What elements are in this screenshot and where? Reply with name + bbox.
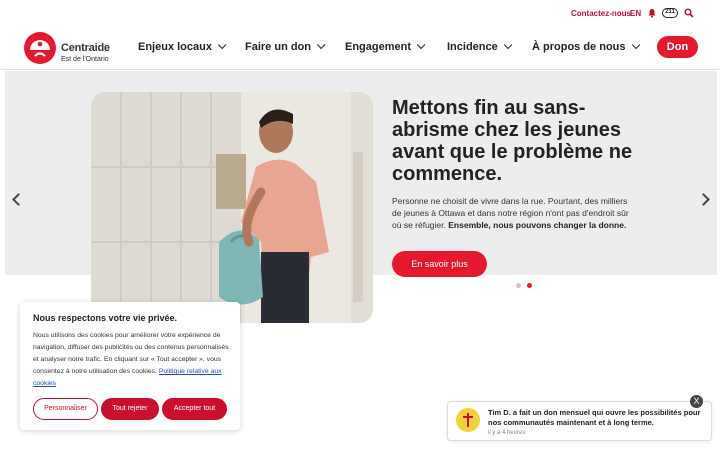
nav-label: Engagement bbox=[345, 41, 412, 53]
close-notification-icon[interactable]: X bbox=[690, 395, 703, 408]
donation-notification: Tim D. a fait un don mensuel qui ouvre l… bbox=[447, 401, 712, 441]
learn-more-button[interactable]: En savoir plus bbox=[392, 251, 487, 277]
chevron-down-icon bbox=[503, 40, 513, 50]
nav-engagement[interactable]: Engagement bbox=[345, 40, 426, 53]
nav-enjeux-locaux[interactable]: Enjeux locaux bbox=[138, 40, 227, 53]
brand-name[interactable]: Centraide bbox=[61, 42, 110, 54]
chevron-down-icon bbox=[316, 40, 326, 50]
search-icon[interactable] bbox=[684, 8, 694, 18]
cookie-body: Nous utilisons des cookies pour améliore… bbox=[33, 330, 231, 390]
notification-time: il y a 4 heures bbox=[488, 430, 526, 436]
hero-photo bbox=[91, 92, 373, 323]
cookie-title: Nous respectons votre vie privée. bbox=[33, 313, 178, 323]
notification-message: Tim D. a fait un don mensuel qui ouvre l… bbox=[488, 408, 701, 427]
language-toggle[interactable]: EN bbox=[630, 9, 641, 18]
centraide-logo-icon[interactable] bbox=[22, 30, 58, 66]
cookie-consent-banner: Nous respectons votre vie privée. Nous u… bbox=[20, 302, 240, 430]
nav-incidence[interactable]: Incidence bbox=[447, 40, 513, 53]
nav-a-propos[interactable]: À propos de nous bbox=[532, 40, 640, 53]
student-at-locker-illustration bbox=[91, 92, 373, 323]
customize-cookies-button[interactable]: Personnaliser bbox=[33, 398, 98, 420]
nav-label: Faire un don bbox=[245, 41, 311, 53]
hero-description: Personne ne choisit de vivre dans la rue… bbox=[392, 195, 637, 231]
help-211-badge[interactable]: 211 bbox=[662, 8, 678, 18]
donate-button[interactable]: Don bbox=[657, 36, 698, 58]
carousel-dot-1[interactable] bbox=[516, 283, 521, 288]
nav-label: Incidence bbox=[447, 41, 498, 53]
accept-all-button[interactable]: Accepter tout bbox=[162, 398, 227, 420]
contact-link[interactable]: Contactez-nous bbox=[571, 9, 631, 18]
chevron-down-icon bbox=[631, 40, 640, 50]
chevron-down-icon bbox=[416, 40, 426, 50]
nav-label: À propos de nous bbox=[532, 41, 626, 53]
brand-subtitle: Est de l'Ontario bbox=[61, 56, 109, 63]
nav-faire-un-don[interactable]: Faire un don bbox=[245, 40, 326, 53]
hero-text-bold: Ensemble, nous pouvons changer la donne. bbox=[448, 220, 627, 230]
bell-icon[interactable] bbox=[647, 8, 657, 18]
utility-bar: Contactez-nous EN 211 bbox=[0, 0, 720, 26]
chevron-down-icon bbox=[217, 40, 227, 50]
hero-title: Mettons fin au sans-abrisme chez les jeu… bbox=[392, 97, 633, 185]
nav-label: Enjeux locaux bbox=[138, 41, 212, 53]
carousel-dot-2-active[interactable] bbox=[527, 283, 532, 288]
reject-all-button[interactable]: Tout rejeter bbox=[101, 398, 159, 420]
main-navigation: Centraide Est de l'Ontario Enjeux locaux… bbox=[0, 26, 720, 70]
donation-badge-icon bbox=[456, 408, 480, 432]
